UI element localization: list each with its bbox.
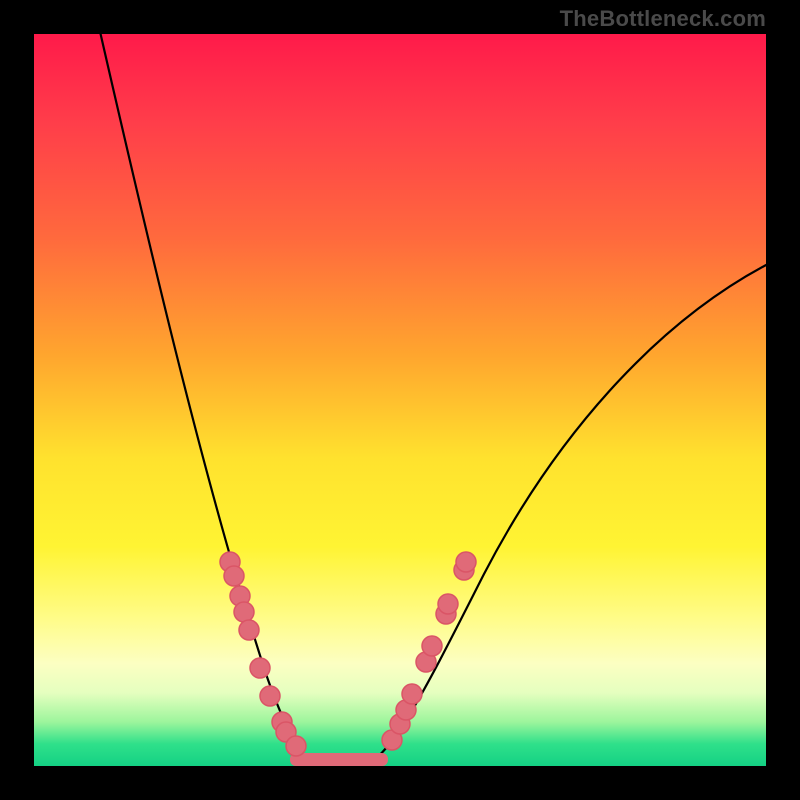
data-point [234, 602, 254, 622]
data-point [239, 620, 259, 640]
curve-right [364, 264, 768, 766]
data-point [224, 566, 244, 586]
dots-left [220, 552, 306, 756]
valley-band [290, 753, 388, 766]
data-point [422, 636, 442, 656]
data-point [438, 594, 458, 614]
dots-right [382, 552, 476, 750]
data-point [456, 552, 476, 572]
curve-left [96, 14, 332, 767]
data-point [260, 686, 280, 706]
watermark-text: TheBottleneck.com [560, 6, 766, 32]
data-point [402, 684, 422, 704]
chart-frame: TheBottleneck.com [0, 0, 800, 800]
data-point [250, 658, 270, 678]
data-point [286, 736, 306, 756]
chart-overlay [34, 34, 766, 766]
